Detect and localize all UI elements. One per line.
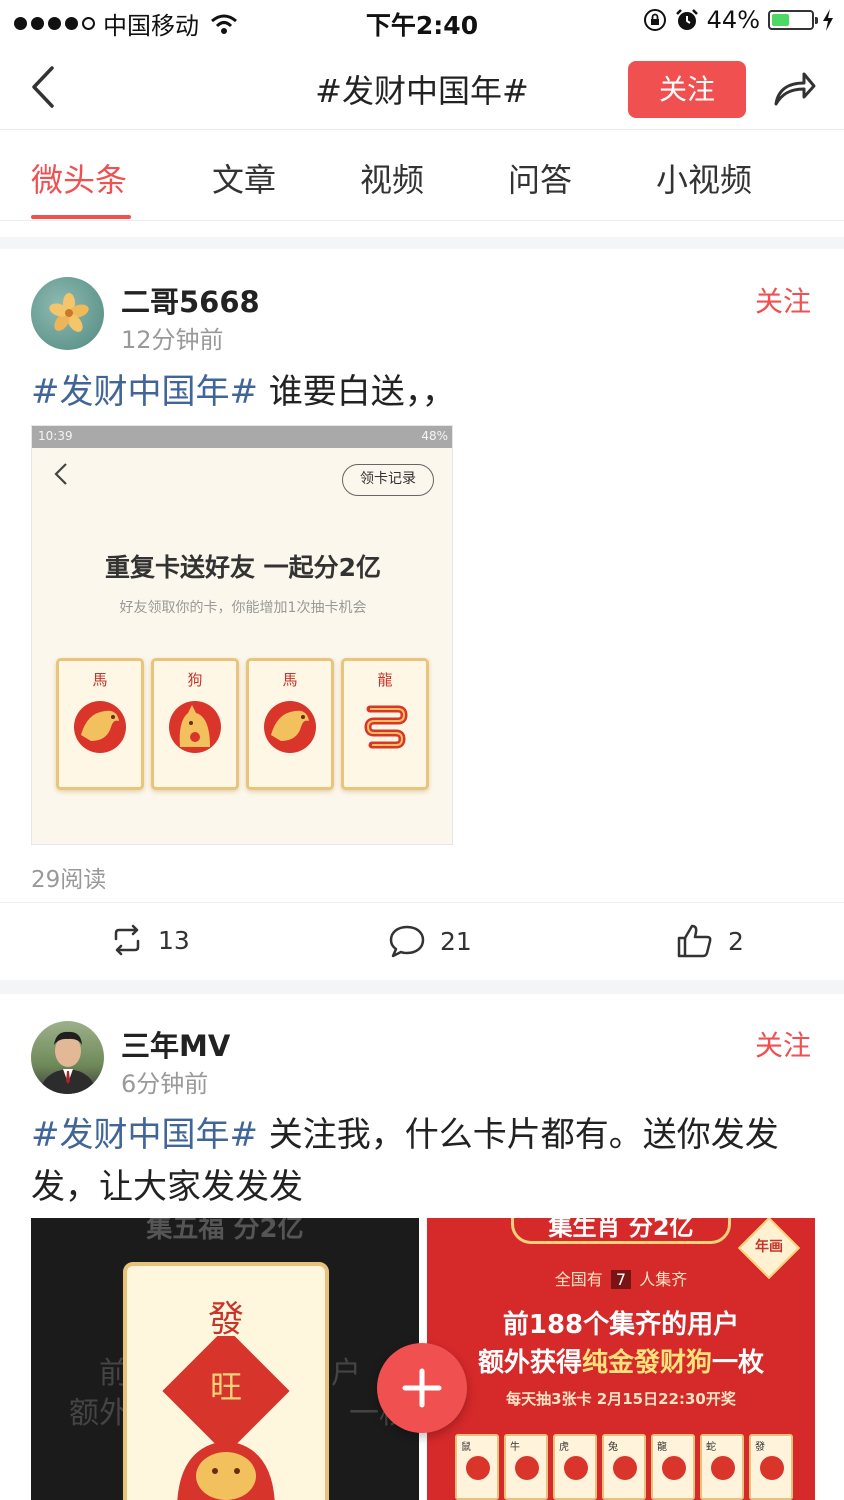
promo-highlight: 纯金發财狗 [581, 1348, 712, 1378]
mini-card: 虎 [553, 1434, 597, 1500]
create-post-button[interactable] [377, 1343, 467, 1433]
avatar[interactable] [31, 1021, 104, 1094]
image-top-text: 集生肖 分2亿 [511, 1218, 731, 1244]
collector-count: 全国有 7 人集齐 [427, 1266, 815, 1290]
image-top-text: 集五福 分2亿 [146, 1218, 304, 1244]
fortune-card: 發 旺 [123, 1262, 329, 1500]
mini-card-row: 鼠 牛 虎 兔 龍 蛇 發 [455, 1434, 793, 1500]
mini-card: 龍 [651, 1434, 695, 1500]
hashtag-link[interactable]: #发财中国年# [31, 1115, 258, 1155]
feed-post: 三年MV 6分钟前 关注 #发财中国年# 关注我，什么卡片都有。送你发发发，让大… [0, 0, 844, 1500]
promo-line-2: 额外获得纯金發财狗一枚 [427, 1342, 815, 1379]
badge-text: 年画 [755, 1239, 783, 1255]
mini-card: 蛇 [700, 1434, 744, 1500]
image-side-text: 额外 [69, 1396, 129, 1431]
count-suffix: 人集齐 [639, 1270, 688, 1289]
count-value: 7 [610, 1270, 632, 1289]
follow-button[interactable]: 关注 [755, 1024, 811, 1064]
promo-prefix: 额外获得 [477, 1348, 582, 1378]
person-photo-icon [39, 1031, 97, 1094]
mini-card: 鼠 [455, 1434, 499, 1500]
author-name[interactable]: 三年MV [121, 1023, 230, 1065]
count-prefix: 全国有 [554, 1270, 603, 1289]
post-image[interactable]: 集五福 分2亿 前 额外 户 一枚 發 旺 [31, 1218, 419, 1500]
image-side-text: 户 [331, 1356, 361, 1391]
diamond-ornament-icon [162, 1336, 290, 1500]
plus-icon [402, 1368, 442, 1408]
mini-card: 發 [749, 1434, 793, 1500]
mini-card: 兔 [602, 1434, 646, 1500]
mini-card: 牛 [504, 1434, 548, 1500]
post-text: #发财中国年# 关注我，什么卡片都有。送你发发发，让大家发发发 [31, 1109, 821, 1213]
promo-line-3: 每天抽3张卡 2月15日22:30开奖 [506, 1390, 736, 1408]
post-image[interactable]: 集生肖 分2亿 年画 全国有 7 人集齐 前188个集齐的用户 额外获得纯金發财… [427, 1218, 815, 1500]
promo-suffix: 一枚 [712, 1348, 765, 1378]
card-mid-char: 旺 [209, 1368, 242, 1406]
card-top-char: 發 [207, 1299, 244, 1340]
post-time: 6分钟前 [121, 1070, 209, 1098]
promo-line-1: 前188个集齐的用户 [502, 1310, 740, 1340]
